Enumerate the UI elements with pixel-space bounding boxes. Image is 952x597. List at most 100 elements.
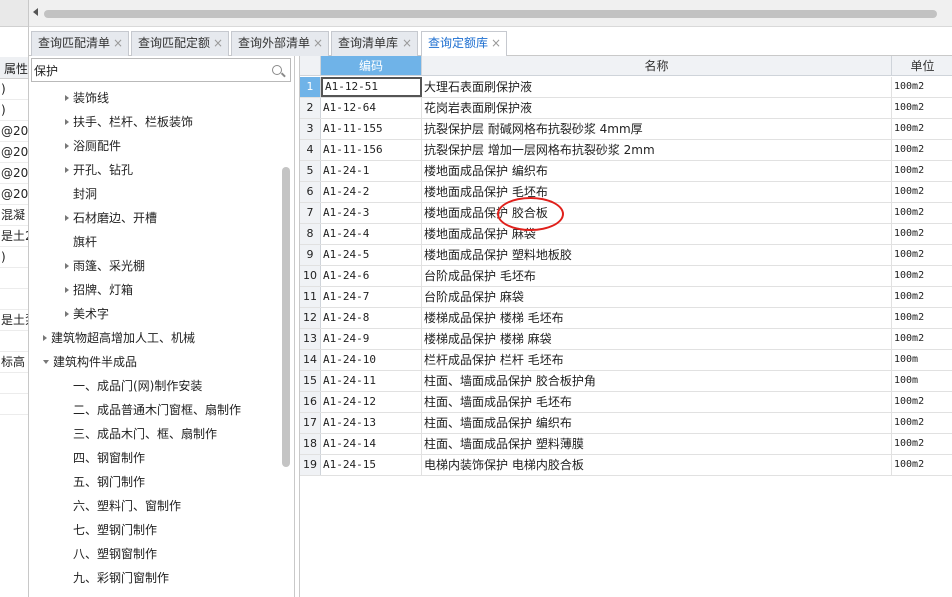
tree-item[interactable]: 招牌、灯箱 (65, 278, 133, 302)
code-cell[interactable]: A1-11-155 (321, 119, 422, 139)
table-row[interactable]: 3 A1-11-155 抗裂保护层 耐碱网格布抗裂砂浆 4mm厚 100m2 (300, 119, 952, 140)
table-row[interactable]: 14 A1-24-10 栏杆成品保护 栏杆 毛坯布 100m (300, 350, 952, 371)
unit-cell[interactable]: 100m2 (892, 329, 952, 349)
tree-item[interactable]: 开孔、钻孔 (65, 158, 133, 182)
tab-query-quota-library[interactable]: 查询定额库 × (421, 31, 507, 57)
tree-item[interactable]: 建筑物超高增加人工、机械 (43, 326, 195, 350)
tree-item[interactable]: 封洞 (73, 182, 97, 206)
left-panel-row[interactable]: @20 (0, 142, 28, 163)
code-cell[interactable]: A1-24-3 (321, 203, 422, 223)
name-cell[interactable]: 抗裂保护层 耐碱网格布抗裂砂浆 4mm厚 (422, 119, 892, 139)
row-number[interactable]: 9 (300, 245, 321, 265)
name-cell[interactable]: 楼梯成品保护 楼梯 麻袋 (422, 329, 892, 349)
name-cell[interactable]: 楼地面成品保护 编织布 (422, 161, 892, 181)
name-cell[interactable]: 柱面、墙面成品保护 编织布 (422, 413, 892, 433)
row-number[interactable]: 11 (300, 287, 321, 307)
unit-cell[interactable]: 100m2 (892, 392, 952, 412)
search-input[interactable] (34, 61, 266, 79)
table-row[interactable]: 12 A1-24-8 楼梯成品保护 楼梯 毛坯布 100m2 (300, 308, 952, 329)
expand-arrow-icon[interactable] (65, 287, 69, 293)
code-cell[interactable]: A1-24-7 (321, 287, 422, 307)
code-cell[interactable]: A1-12-51 (321, 77, 422, 97)
left-panel-row[interactable]: 是土泵 (0, 310, 28, 331)
left-panel-row[interactable]: @20 (0, 163, 28, 184)
left-panel-row[interactable]: 是土20 (0, 226, 28, 247)
code-cell[interactable]: A1-24-15 (321, 455, 422, 475)
code-cell[interactable]: A1-12-64 (321, 98, 422, 118)
unit-cell[interactable]: 100m2 (892, 119, 952, 139)
left-panel-row[interactable] (0, 331, 28, 352)
tree-item[interactable]: 八、塑钢窗制作 (73, 542, 157, 566)
expand-arrow-icon[interactable] (65, 263, 69, 269)
name-cell[interactable]: 楼地面成品保护 塑料地板胶 (422, 245, 892, 265)
scroll-left-arrow-icon[interactable] (33, 8, 38, 16)
tab-query-match-quota[interactable]: 查询匹配定额 × (131, 31, 229, 56)
unit-cell[interactable]: 100m2 (892, 266, 952, 286)
code-cell[interactable]: A1-24-1 (321, 161, 422, 181)
row-number[interactable]: 17 (300, 413, 321, 433)
tree-item[interactable]: 装饰线 (65, 86, 109, 110)
close-icon[interactable]: × (113, 32, 123, 55)
code-cell[interactable]: A1-24-6 (321, 266, 422, 286)
left-panel-row[interactable]: 标高 (0, 352, 28, 373)
name-cell[interactable]: 大理石表面刷保护液 (422, 77, 892, 97)
left-panel-row[interactable]: ) (0, 79, 28, 100)
table-row[interactable]: 4 A1-11-156 抗裂保护层 增加一层网格布抗裂砂浆 2mm 100m2 (300, 140, 952, 161)
expand-arrow-icon[interactable] (65, 95, 69, 101)
tree-item[interactable]: 九、彩钢门窗制作 (73, 566, 169, 590)
row-number[interactable]: 6 (300, 182, 321, 202)
left-panel-row[interactable] (0, 394, 28, 415)
close-icon[interactable]: × (491, 32, 501, 55)
tab-query-match-list[interactable]: 查询匹配清单 × (31, 31, 129, 56)
tab-query-external-list[interactable]: 查询外部清单 × (231, 31, 329, 56)
name-cell[interactable]: 柱面、墙面成品保护 塑料薄膜 (422, 434, 892, 454)
code-cell[interactable]: A1-24-13 (321, 413, 422, 433)
table-row[interactable]: 6 A1-24-2 楼地面成品保护 毛坯布 100m2 (300, 182, 952, 203)
row-number[interactable]: 15 (300, 371, 321, 391)
row-number[interactable]: 16 (300, 392, 321, 412)
close-icon[interactable]: × (402, 32, 412, 55)
name-cell[interactable]: 花岗岩表面刷保护液 (422, 98, 892, 118)
code-cell[interactable]: A1-24-11 (321, 371, 422, 391)
table-row[interactable]: 18 A1-24-14 柱面、墙面成品保护 塑料薄膜 100m2 (300, 434, 952, 455)
tree-item[interactable]: 扶手、栏杆、栏板装饰 (65, 110, 193, 134)
unit-cell[interactable]: 100m2 (892, 77, 952, 97)
table-row[interactable]: 17 A1-24-13 柱面、墙面成品保护 编织布 100m2 (300, 413, 952, 434)
column-header-unit[interactable]: 单位 (892, 56, 952, 76)
tree-scrollbar-thumb[interactable] (282, 167, 290, 467)
close-icon[interactable]: × (213, 32, 223, 55)
name-cell[interactable]: 楼地面成品保护 麻袋 (422, 224, 892, 244)
table-row[interactable]: 2 A1-12-64 花岗岩表面刷保护液 100m2 (300, 98, 952, 119)
left-panel-row[interactable]: ) (0, 100, 28, 121)
table-row[interactable]: 5 A1-24-1 楼地面成品保护 编织布 100m2 (300, 161, 952, 182)
expand-arrow-icon[interactable] (65, 311, 69, 317)
collapse-arrow-icon[interactable] (43, 360, 49, 364)
unit-cell[interactable]: 100m2 (892, 245, 952, 265)
row-number[interactable]: 4 (300, 140, 321, 160)
code-cell[interactable]: A1-24-5 (321, 245, 422, 265)
table-row[interactable]: 11 A1-24-7 台阶成品保护 麻袋 100m2 (300, 287, 952, 308)
tree-item[interactable]: 浴厕配件 (65, 134, 121, 158)
close-icon[interactable]: × (313, 32, 323, 55)
name-cell[interactable]: 柱面、墙面成品保护 毛坯布 (422, 392, 892, 412)
row-number[interactable]: 19 (300, 455, 321, 475)
table-row[interactable]: 8 A1-24-4 楼地面成品保护 麻袋 100m2 (300, 224, 952, 245)
tree-item[interactable]: 七、塑钢门制作 (73, 518, 157, 542)
row-number[interactable]: 3 (300, 119, 321, 139)
tree-item[interactable]: 三、成品木门、框、扇制作 (73, 422, 217, 446)
tab-query-list-library[interactable]: 查询清单库 × (331, 31, 418, 56)
name-cell[interactable]: 台阶成品保护 毛坯布 (422, 266, 892, 286)
left-panel-row[interactable] (0, 373, 28, 394)
tree-item[interactable]: 建筑构件半成品 (43, 350, 137, 374)
unit-cell[interactable]: 100m2 (892, 413, 952, 433)
tree-item[interactable]: 一、成品门(网)制作安装 (73, 374, 202, 398)
unit-cell[interactable]: 100m2 (892, 203, 952, 223)
code-cell[interactable]: A1-24-4 (321, 224, 422, 244)
row-number[interactable]: 2 (300, 98, 321, 118)
search-box[interactable] (31, 58, 291, 82)
code-cell[interactable]: A1-24-12 (321, 392, 422, 412)
name-cell[interactable]: 台阶成品保护 麻袋 (422, 287, 892, 307)
table-row[interactable]: 9 A1-24-5 楼地面成品保护 塑料地板胶 100m2 (300, 245, 952, 266)
table-row[interactable]: 19 A1-24-15 电梯内装饰保护 电梯内胶合板 100m2 (300, 455, 952, 476)
row-number[interactable]: 8 (300, 224, 321, 244)
